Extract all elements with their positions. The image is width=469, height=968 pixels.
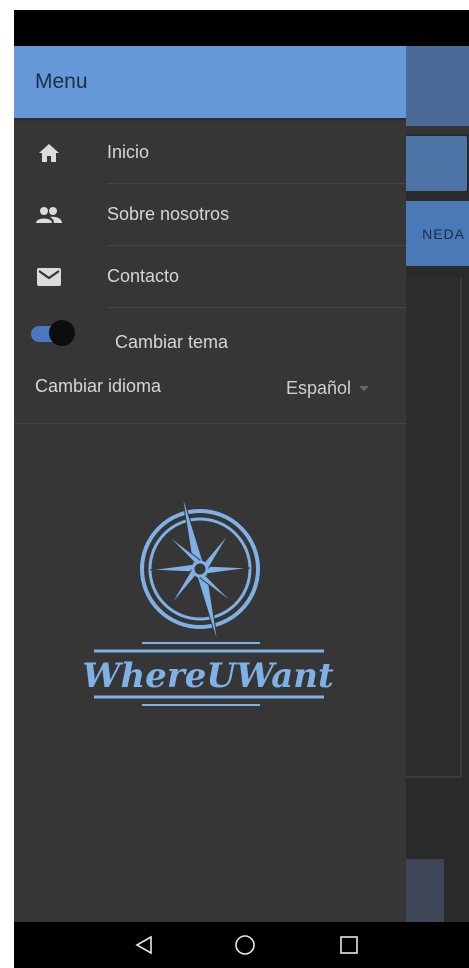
navigation-drawer: Menu Inicio Sobre nosotros Contacto Camb… bbox=[14, 46, 406, 922]
mail-icon bbox=[34, 265, 64, 289]
menu-item-label: Inicio bbox=[107, 142, 150, 162]
menu-item-contacto[interactable]: Contacto bbox=[14, 246, 406, 308]
language-label: Cambiar idioma bbox=[35, 376, 162, 396]
drawer-title: Menu bbox=[35, 70, 88, 93]
status-bar bbox=[14, 10, 469, 46]
drawer-header: Menu bbox=[14, 46, 406, 118]
logo-wordmark: WhereUWant bbox=[82, 656, 334, 696]
menu-item-label: Contacto bbox=[107, 266, 180, 286]
menu-item-inicio[interactable]: Inicio bbox=[14, 122, 406, 184]
home-nav-icon[interactable] bbox=[232, 932, 258, 958]
theme-toggle-label: Cambiar tema bbox=[115, 332, 229, 352]
language-select[interactable]: Español bbox=[286, 374, 370, 402]
back-icon[interactable] bbox=[131, 932, 157, 958]
recents-icon[interactable] bbox=[336, 932, 362, 958]
language-row: Cambiar idioma Español bbox=[14, 370, 406, 424]
phone-screen: NEDA Menu Inicio Sobre nosotros Contacto… bbox=[14, 10, 469, 968]
app-logo: WhereUWant bbox=[82, 493, 334, 706]
home-icon bbox=[34, 141, 64, 165]
theme-row: Cambiar tema bbox=[14, 308, 406, 370]
background-button-label: NEDA bbox=[422, 225, 465, 242]
theme-toggle[interactable] bbox=[31, 320, 75, 348]
language-selected-value: Español bbox=[286, 377, 352, 398]
people-icon bbox=[34, 203, 64, 227]
toggle-thumb bbox=[49, 320, 75, 346]
menu-item-sobre-nosotros[interactable]: Sobre nosotros bbox=[14, 184, 406, 246]
chevron-down-icon bbox=[359, 385, 370, 391]
system-nav-bar bbox=[14, 922, 469, 968]
menu-item-label: Sobre nosotros bbox=[107, 204, 230, 224]
